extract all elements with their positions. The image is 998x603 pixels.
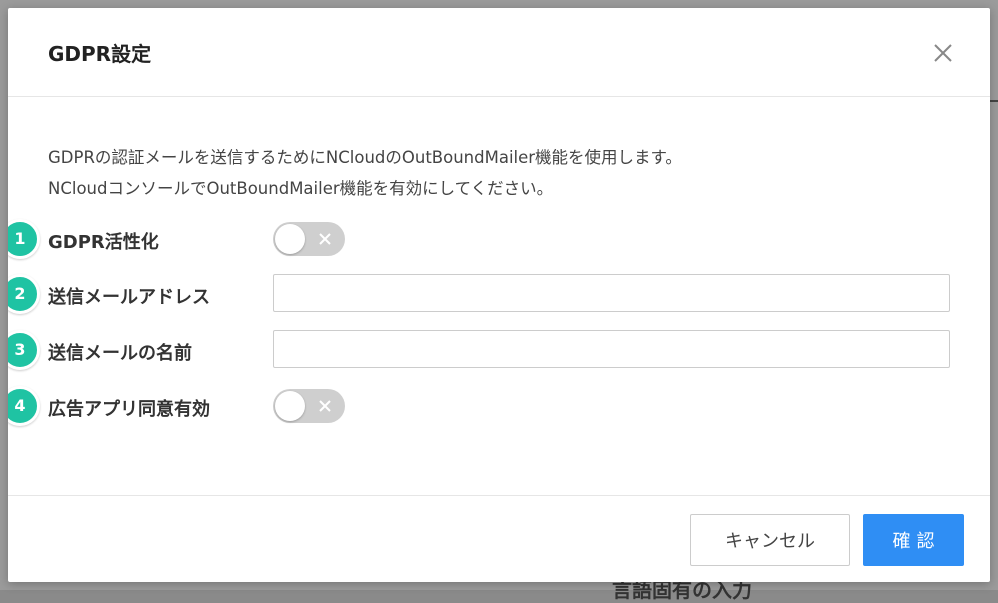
ad-consent-label: 広告アプリ同意有効 — [48, 399, 210, 420]
gdpr-activation-label: GDPR活性化 — [48, 232, 159, 253]
field-sender-name: 3 送信メールの名前 — [8, 330, 990, 370]
x-icon — [319, 400, 331, 412]
dialog-title: GDPR設定 — [48, 42, 152, 66]
toggle-knob — [275, 224, 305, 254]
background-divider — [990, 100, 998, 102]
sender-email-label: 送信メールアドレス — [48, 287, 210, 308]
close-icon — [934, 44, 952, 62]
field-gdpr-activation: 1 GDPR活性化 — [8, 219, 990, 259]
sender-email-input[interactable] — [273, 274, 950, 312]
gdpr-settings-dialog: GDPR設定 GDPRの認証メールを送信するためにNCloudのOutBound… — [8, 8, 990, 582]
dialog-footer: キャンセル 確認 — [8, 495, 990, 582]
field-ad-consent: 4 広告アプリ同意有効 — [8, 386, 990, 426]
step-badge-2: 2 — [8, 274, 40, 314]
step-badge-4: 4 — [8, 386, 40, 426]
description-line-2: NCloudコンソールでOutBoundMailer機能を有効にしてください。 — [48, 179, 554, 198]
cancel-button[interactable]: キャンセル — [690, 514, 850, 566]
x-icon — [319, 233, 331, 245]
dialog-description: GDPRの認証メールを送信するためにNCloudのOutBoundMailer機… — [48, 142, 682, 204]
sender-name-input[interactable] — [273, 330, 950, 368]
close-button[interactable] — [930, 40, 956, 66]
ad-consent-toggle[interactable] — [273, 389, 345, 423]
step-badge-1: 1 — [8, 219, 40, 259]
dialog-header: GDPR設定 — [8, 8, 990, 97]
field-sender-email: 2 送信メールアドレス — [8, 274, 990, 314]
sender-name-label: 送信メールの名前 — [48, 343, 192, 364]
gdpr-activation-toggle[interactable] — [273, 222, 345, 256]
confirm-button[interactable]: 確認 — [863, 514, 964, 566]
step-badge-3: 3 — [8, 330, 40, 370]
description-line-1: GDPRの認証メールを送信するためにNCloudのOutBoundMailer機… — [48, 148, 682, 167]
toggle-knob — [275, 391, 305, 421]
